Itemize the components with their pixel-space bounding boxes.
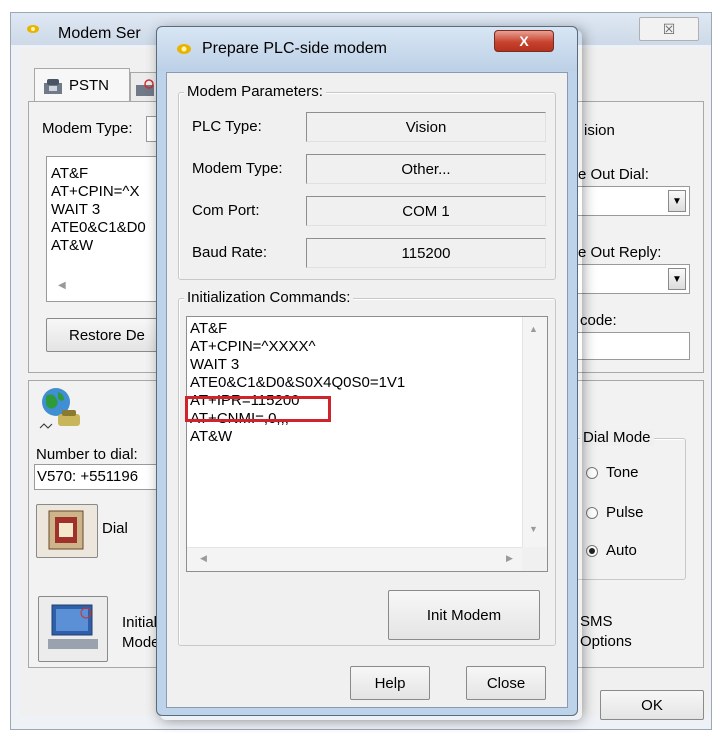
- modem-parameters-legend: Modem Parameters:: [184, 84, 326, 100]
- init-modem-label-1: Initiali: [122, 614, 161, 631]
- modem-type-label-dlg: Modem Type:: [192, 160, 283, 177]
- radio-selected-icon: [586, 544, 598, 557]
- number-to-dial-value: V570: +551196: [37, 468, 139, 485]
- list-item: ATE0&C1&D0: [51, 219, 146, 236]
- app-icon: [26, 22, 40, 34]
- plc-type-field: Vision: [306, 112, 546, 142]
- com-port-value: COM 1: [402, 202, 450, 220]
- list-item: ATE0&C1&D0&S0X4Q0S0=1V1: [190, 374, 406, 391]
- code-label: code:: [580, 312, 617, 329]
- baud-rate-value: 115200: [401, 244, 451, 262]
- computer-icon: [46, 601, 100, 657]
- init-modem-label: Init Modem: [426, 606, 502, 624]
- ok-button[interactable]: OK: [600, 690, 704, 720]
- list-item: WAIT 3: [51, 201, 101, 218]
- number-to-dial-label: Number to dial:: [36, 446, 138, 463]
- modem-type-value: Other...: [401, 160, 451, 178]
- dialog-close-button[interactable]: X: [494, 30, 554, 52]
- list-item: AT&W: [51, 237, 94, 254]
- vertical-scrollbar[interactable]: [522, 317, 547, 547]
- restore-defaults-button[interactable]: Restore De: [46, 318, 164, 352]
- initialize-modem-button[interactable]: [38, 596, 108, 662]
- init-modem-button[interactable]: Init Modem: [388, 590, 540, 640]
- baud-rate-label: Baud Rate:: [192, 244, 268, 261]
- restore-label: Restore De: [69, 326, 145, 344]
- list-item: AT+CPIN=^X: [51, 183, 140, 200]
- scroll-up-icon[interactable]: ▲: [529, 324, 538, 334]
- sms-label-1: SMS: [580, 613, 613, 630]
- chevron-down-icon: ▼: [672, 195, 682, 207]
- back-close-button[interactable]: ☒: [639, 17, 699, 41]
- out-dial-label: e Out Dial:: [578, 166, 649, 183]
- list-item: AT+CPIN=^XXXX^: [190, 338, 316, 355]
- init-commands-text: AT&F AT+CPIN=^XXXX^ WAIT 3 ATE0&C1&D0&S0…: [190, 320, 520, 446]
- tab-pstn-label: PSTN: [69, 77, 110, 94]
- highlight-box: [185, 396, 331, 422]
- baud-rate-field: 115200: [306, 238, 546, 268]
- back-window-title: Modem Ser: [58, 25, 141, 42]
- list-item: AT&F: [190, 320, 228, 337]
- sms-options-button[interactable]: SMS Options: [580, 612, 632, 652]
- radio-pulse[interactable]: Pulse: [586, 504, 644, 521]
- dialog-title: Prepare PLC-side modem: [202, 40, 387, 57]
- scroll-left-icon[interactable]: ◀: [200, 553, 207, 564]
- help-label: Help: [374, 674, 406, 692]
- com-port-label: Com Port:: [192, 202, 260, 219]
- chevron-down-icon: ▼: [672, 273, 682, 285]
- scroll-corner: [522, 547, 547, 571]
- horizontal-scrollbar[interactable]: [187, 547, 522, 571]
- dialog-app-icon: [176, 42, 192, 60]
- close-label: Close: [486, 674, 526, 692]
- close-icon: ☒: [662, 20, 676, 37]
- close-button[interactable]: Close: [466, 666, 546, 700]
- phone-book-icon: [47, 507, 87, 555]
- dial-label: Dial: [102, 520, 128, 537]
- plc-type-value: Vision: [405, 118, 447, 136]
- list-item: AT&W: [190, 428, 233, 445]
- help-button[interactable]: Help: [350, 666, 430, 700]
- close-icon: X: [519, 33, 529, 49]
- modem-icon: [135, 79, 155, 101]
- phone-icon: [43, 77, 63, 95]
- code-field[interactable]: [576, 332, 690, 360]
- scroll-down-icon[interactable]: ▼: [529, 524, 538, 534]
- radio-pulse-label: Pulse: [606, 504, 644, 521]
- dial-mode-title: Dial Mode: [580, 430, 654, 446]
- number-to-dial-field[interactable]: V570: +551196: [34, 464, 164, 490]
- init-modem-label-2: Mode: [122, 634, 160, 651]
- com-port-field: COM 1: [306, 196, 546, 226]
- out-dial-dropdown[interactable]: ▼: [668, 190, 686, 212]
- back-hscroll-left-icon[interactable]: ◀: [58, 280, 66, 291]
- sms-label-2: Options: [580, 633, 632, 650]
- list-item: AT&F: [51, 165, 89, 182]
- vision-label: ision: [584, 122, 615, 139]
- list-item: WAIT 3: [190, 356, 240, 373]
- radio-auto[interactable]: Auto: [586, 542, 637, 559]
- out-reply-label: e Out Reply:: [578, 244, 662, 261]
- radio-auto-label: Auto: [606, 542, 637, 559]
- radio-tone[interactable]: Tone: [586, 464, 639, 481]
- init-commands-legend: Initialization Commands:: [184, 290, 354, 306]
- modem-type-field-dlg: Other...: [306, 154, 546, 184]
- radio-tone-label: Tone: [606, 464, 639, 481]
- scroll-right-icon[interactable]: ▶: [506, 553, 513, 564]
- radio-icon: [586, 506, 598, 519]
- dial-button[interactable]: [36, 504, 98, 558]
- modem-type-label: Modem Type:: [42, 120, 133, 137]
- out-reply-dropdown[interactable]: ▼: [668, 268, 686, 290]
- plc-type-label: PLC Type:: [192, 118, 262, 135]
- tab-pstn[interactable]: PSTN: [34, 68, 130, 102]
- radio-icon: [586, 466, 598, 479]
- ok-label: OK: [641, 696, 663, 714]
- globe-phone-icon: [36, 386, 86, 438]
